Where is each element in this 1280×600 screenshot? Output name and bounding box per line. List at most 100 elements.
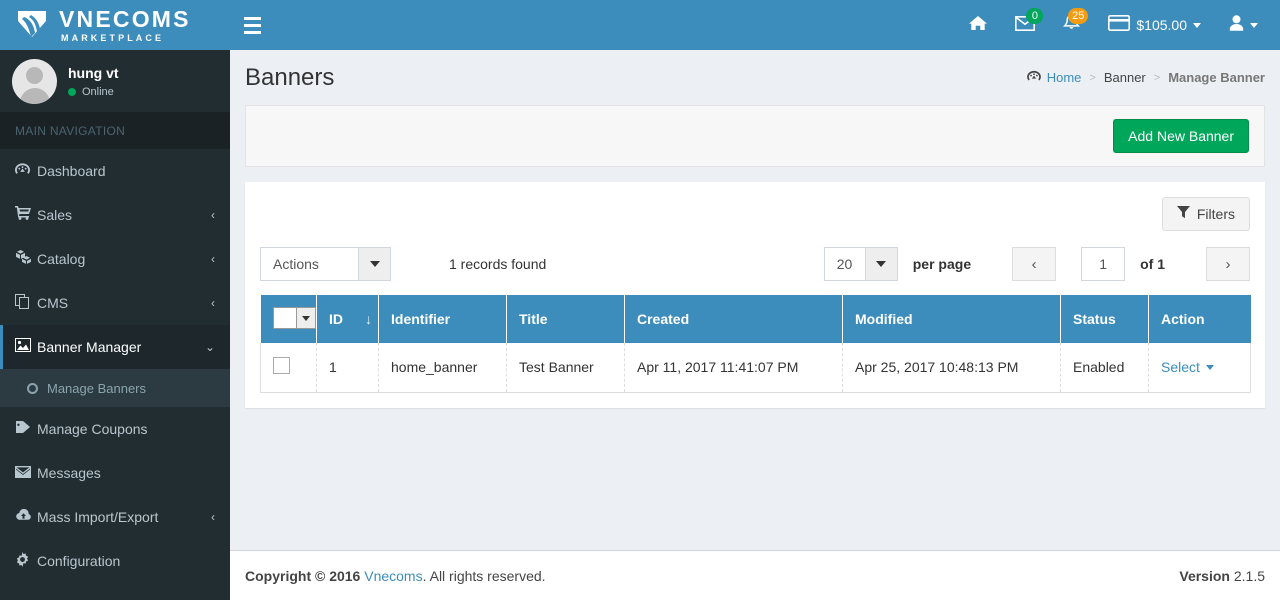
select-all-checkbox[interactable] <box>273 308 296 328</box>
add-banner-panel: Add New Banner <box>245 105 1265 167</box>
sidebar-item-configuration[interactable]: Configuration <box>0 539 230 583</box>
sidebar-item-manage-banners[interactable]: Manage Banners <box>0 369 230 407</box>
navbar-notifications-button[interactable]: 25 <box>1049 0 1094 50</box>
column-header-title[interactable]: Title <box>506 295 625 343</box>
actions-select[interactable]: Actions <box>260 247 391 281</box>
cloud-upload-icon <box>15 508 37 526</box>
sidebar-item-label: Sales <box>37 207 73 223</box>
vnecoms-leaf-logo-icon <box>14 7 50 43</box>
sidebar-item-manage-coupons[interactable]: Manage Coupons <box>0 407 230 451</box>
sidebar-item-messages[interactable]: Messages <box>0 451 230 495</box>
actions-select-arrow[interactable] <box>358 248 390 280</box>
messages-badge: 0 <box>1026 8 1044 24</box>
banners-table: ID ↓ Identifier Title Created Modified S… <box>260 295 1251 393</box>
sidebar-item-label: Manage Coupons <box>37 421 148 437</box>
cart-icon <box>15 206 37 224</box>
breadcrumb-banner-link[interactable]: Banner <box>1104 70 1146 85</box>
filters-button[interactable]: Filters <box>1161 197 1250 231</box>
chevron-down-icon <box>876 261 887 267</box>
footer-version-label: Version <box>1179 567 1230 584</box>
actions-select-value: Actions <box>273 256 319 272</box>
sidebar-item-cms[interactable]: CMS ‹ <box>0 281 230 325</box>
dashboard-icon <box>1026 70 1041 85</box>
image-icon <box>15 338 37 356</box>
hamburger-icon <box>244 16 261 20</box>
home-icon <box>969 15 988 35</box>
filters-row: Filters <box>260 197 1250 231</box>
notifications-badge: 25 <box>1068 8 1089 24</box>
chevron-down-icon <box>1193 22 1201 28</box>
table-header-row: ID ↓ Identifier Title Created Modified S… <box>260 295 1251 343</box>
add-new-banner-button[interactable]: Add New Banner <box>1113 119 1249 153</box>
gear-icon <box>15 551 37 571</box>
navbar-wallet-button[interactable]: $105.00 <box>1094 0 1215 50</box>
copy-icon <box>15 293 37 313</box>
column-header-created[interactable]: Created <box>624 295 843 343</box>
row-action-label: Select <box>1161 359 1200 376</box>
sort-desc-icon: ↓ <box>365 311 372 327</box>
breadcrumb-home[interactable]: Home <box>1026 70 1082 85</box>
sidebar-item-sales[interactable]: Sales ‹ <box>0 193 230 237</box>
prev-page-button[interactable]: ‹ <box>1012 247 1057 281</box>
sidebar-item-label: Dashboard <box>37 163 106 179</box>
row-action-select-dropdown[interactable]: Select <box>1161 359 1214 375</box>
column-label: ID <box>329 311 343 327</box>
brand-logo[interactable]: VNECOMS MARKETPLACE <box>0 0 230 50</box>
sidebar-item-arrow: ‹ <box>211 510 215 524</box>
select-all-arrow[interactable] <box>295 308 315 328</box>
breadcrumb: Home > Banner > Manage Banner <box>1026 70 1265 85</box>
page-title: Banners <box>245 63 335 91</box>
sidebar-item-label: CMS <box>37 295 69 311</box>
brand-tagline: MARKETPLACE <box>61 32 165 43</box>
admin-page: VNECOMS MARKETPLACE hung vt Online MAIN … <box>0 0 1280 600</box>
online-dot-icon <box>68 87 76 96</box>
select-all-dropdown[interactable] <box>272 307 316 329</box>
user-icon <box>1229 15 1244 35</box>
avatar <box>12 58 57 104</box>
column-header-status[interactable]: Status <box>1060 295 1149 343</box>
footer-version-number: 2.1.5 <box>1233 567 1265 584</box>
footer-copyright-bold: Copyright © 2016 <box>245 567 361 584</box>
top-navbar: 0 25 $105.00 <box>230 0 1280 50</box>
sidebar-item-dashboard[interactable]: Dashboard <box>0 149 230 193</box>
column-header-modified[interactable]: Modified <box>842 295 1061 343</box>
sidebar-item-label: Configuration <box>37 553 121 569</box>
breadcrumb-separator: > <box>1089 71 1096 84</box>
banners-grid-box: Filters Actions 1 records found 20 per p… <box>245 182 1265 408</box>
sidebar-item-arrow: ‹ <box>211 252 215 266</box>
user-panel[interactable]: hung vt Online <box>0 50 230 113</box>
page-number-input[interactable] <box>1081 247 1126 281</box>
tag-icon <box>15 420 37 438</box>
breadcrumb-home-link[interactable]: Home <box>1047 70 1082 85</box>
row-checkbox[interactable] <box>273 357 290 375</box>
footer-company-link[interactable]: Vnecoms <box>364 568 422 584</box>
brand-name: VNECOMS <box>59 5 191 32</box>
column-header-id[interactable]: ID ↓ <box>316 295 379 343</box>
navbar-account-button[interactable] <box>1215 0 1272 50</box>
navbar-messages-button[interactable]: 0 <box>1001 0 1049 50</box>
breadcrumb-current: Manage Banner <box>1168 70 1265 85</box>
table-row[interactable]: 1 home_banner Test Banner Apr 11, 2017 1… <box>260 343 1251 393</box>
column-header-identifier[interactable]: Identifier <box>378 295 507 343</box>
chevron-down-icon <box>301 315 310 321</box>
content-area: Banners Home > Banner > Manage Banner Ad… <box>230 50 1280 600</box>
total-pages-label: of 1 <box>1140 256 1165 272</box>
sidebar-toggle-button[interactable] <box>230 0 275 50</box>
sidebar-item-mass-import-export[interactable]: Mass Import/Export ‹ <box>0 495 230 539</box>
per-page-value: 20 <box>836 256 853 272</box>
cell-title: Test Banner <box>506 343 625 393</box>
sidebar-item-catalog[interactable]: Catalog ‹ <box>0 237 230 281</box>
dashboard-icon <box>15 162 37 180</box>
sidebar-item-banner-manager[interactable]: Banner Manager ⌄ <box>0 325 230 369</box>
chevron-down-icon <box>1250 22 1258 28</box>
next-page-button[interactable]: › <box>1206 247 1250 281</box>
grid-toolbar: Actions 1 records found 20 per page ‹ of… <box>260 231 1250 295</box>
navbar-home-button[interactable] <box>955 0 1001 50</box>
cell-action: Select <box>1148 343 1251 393</box>
content-header: Banners Home > Banner > Manage Banner <box>230 50 1280 105</box>
user-status-label: Online <box>82 85 114 98</box>
sidebar-item-label: Mass Import/Export <box>37 509 159 525</box>
per-page-select[interactable]: 20 <box>823 247 898 281</box>
sidebar: VNECOMS MARKETPLACE hung vt Online MAIN … <box>0 0 230 600</box>
per-page-select-arrow[interactable] <box>864 248 897 280</box>
